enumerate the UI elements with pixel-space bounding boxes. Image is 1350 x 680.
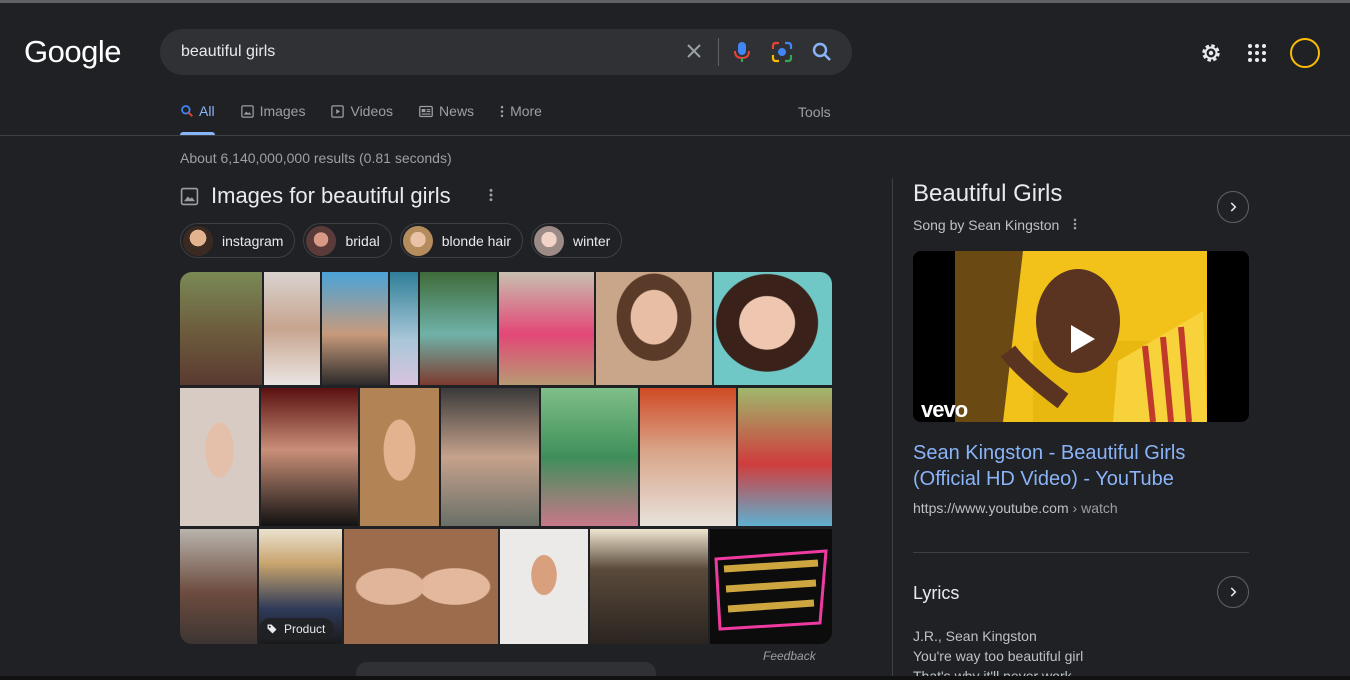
- chip-blonde-hair[interactable]: blonde hair: [399, 223, 523, 258]
- search-divider: [718, 38, 719, 66]
- microphone-icon[interactable]: [732, 40, 752, 64]
- close-icon[interactable]: [682, 39, 706, 63]
- images-section-header: Images for beautiful girls: [180, 183, 493, 209]
- window-top-border: [0, 0, 1350, 3]
- image-result[interactable]: [499, 272, 594, 385]
- chip-label: bridal: [345, 232, 380, 249]
- image-result[interactable]: [714, 272, 832, 385]
- tab-news[interactable]: News: [418, 103, 474, 135]
- lyrics-line: You're way too beautiful girl: [913, 648, 1084, 664]
- video-path: › watch: [1068, 500, 1118, 516]
- chevron-right-icon: [1230, 587, 1237, 597]
- tag-icon: [267, 624, 277, 634]
- apps-grid-icon[interactable]: [1245, 41, 1269, 65]
- image-icon: [180, 187, 199, 205]
- tab-more[interactable]: More: [499, 103, 542, 135]
- video-result-link[interactable]: Sean Kingston - Beautiful Girls (Officia…: [913, 440, 1213, 492]
- chevron-right-icon: [1230, 202, 1237, 212]
- image-result[interactable]: [738, 388, 832, 526]
- lens-icon[interactable]: [770, 40, 794, 64]
- search-icon[interactable]: [810, 40, 834, 64]
- image-result[interactable]: [344, 529, 498, 644]
- refinement-chips: instagram bridal blonde hair winter: [180, 223, 623, 258]
- image-result[interactable]: [420, 272, 497, 385]
- chip-thumbnail: [534, 225, 564, 256]
- play-icon[interactable]: [1061, 321, 1101, 357]
- more-vert-icon[interactable]: [1072, 217, 1078, 231]
- product-badge-label: Product: [284, 622, 326, 636]
- google-logo[interactable]: Google: [24, 34, 121, 70]
- tab-label: News: [439, 103, 475, 119]
- tab-label: Videos: [350, 103, 394, 119]
- image-grid: [180, 272, 832, 644]
- video-thumbnail[interactable]: vevo: [913, 251, 1249, 422]
- image-result[interactable]: [640, 388, 736, 526]
- image-result[interactable]: [360, 388, 439, 526]
- chip-bridal[interactable]: bridal: [303, 223, 392, 258]
- image-result[interactable]: [264, 272, 320, 385]
- product-badge: Product: [259, 618, 335, 640]
- video-url: https://www.youtube.com › watch: [913, 500, 1118, 516]
- image-result[interactable]: [596, 272, 712, 385]
- album-art-graphic: [714, 549, 828, 631]
- more-vert-icon[interactable]: [488, 187, 494, 203]
- gear-icon[interactable]: [1199, 41, 1223, 65]
- feedback-link[interactable]: Feedback: [763, 649, 816, 663]
- chip-thumbnail: [306, 225, 337, 256]
- image-result[interactable]: [500, 529, 588, 644]
- chip-thumbnail: [402, 225, 433, 256]
- tools-button[interactable]: Tools: [798, 104, 831, 120]
- image-result[interactable]: [180, 529, 257, 644]
- panel-section-divider: [913, 552, 1249, 553]
- chip-thumbnail: [183, 225, 213, 256]
- chip-winter[interactable]: winter: [531, 223, 623, 258]
- search-box[interactable]: beautiful girls: [160, 29, 852, 75]
- tabs-divider: [0, 135, 1350, 136]
- search-icon: [181, 105, 193, 117]
- result-stats: About 6,140,000,000 results (0.81 second…: [180, 150, 452, 166]
- image-result[interactable]: [441, 388, 539, 526]
- expand-panel-button[interactable]: [1217, 191, 1249, 223]
- chip-label: instagram: [222, 232, 284, 249]
- chip-label: winter: [573, 232, 611, 249]
- lyrics-text: J.R., Sean Kingston You're way too beaut…: [913, 626, 1083, 680]
- more-vert-icon: [500, 105, 504, 118]
- knowledge-panel-subtitle: Song by Sean Kingston: [913, 217, 1060, 233]
- chip-label: blonde hair: [441, 232, 511, 249]
- lyrics-heading: Lyrics: [913, 583, 960, 603]
- window-bottom-border: [0, 676, 1350, 680]
- image-result[interactable]: [322, 272, 388, 385]
- search-tabs: All Images Videos News More: [180, 103, 567, 135]
- tab-all[interactable]: All: [180, 103, 215, 135]
- image-result[interactable]: [390, 272, 418, 385]
- image-result[interactable]: [541, 388, 638, 526]
- image-icon: [240, 105, 254, 118]
- knowledge-panel-title: Beautiful Girls: [913, 180, 1063, 207]
- image-result[interactable]: [590, 529, 708, 644]
- images-section-title[interactable]: Images for beautiful girls: [211, 183, 451, 209]
- image-result[interactable]: [261, 388, 358, 526]
- image-result[interactable]: [180, 388, 259, 526]
- image-result[interactable]: [180, 272, 262, 385]
- tab-label: More: [510, 103, 542, 119]
- account-avatar[interactable]: [1290, 38, 1320, 68]
- tab-images[interactable]: Images: [240, 103, 306, 135]
- vevo-logo: vevo: [921, 397, 968, 422]
- play-icon: [331, 105, 345, 118]
- image-result[interactable]: [710, 529, 832, 644]
- expand-lyrics-button[interactable]: [1217, 576, 1249, 608]
- search-input[interactable]: beautiful girls: [181, 43, 275, 61]
- tab-label: Images: [259, 103, 306, 119]
- tab-videos[interactable]: Videos: [330, 103, 393, 135]
- chip-instagram[interactable]: instagram: [180, 223, 296, 258]
- tab-label: All: [199, 103, 215, 119]
- news-icon: [419, 105, 433, 118]
- video-domain: https://www.youtube.com: [913, 500, 1069, 516]
- lyrics-line: J.R., Sean Kingston: [913, 628, 1037, 644]
- panel-divider: [892, 178, 893, 678]
